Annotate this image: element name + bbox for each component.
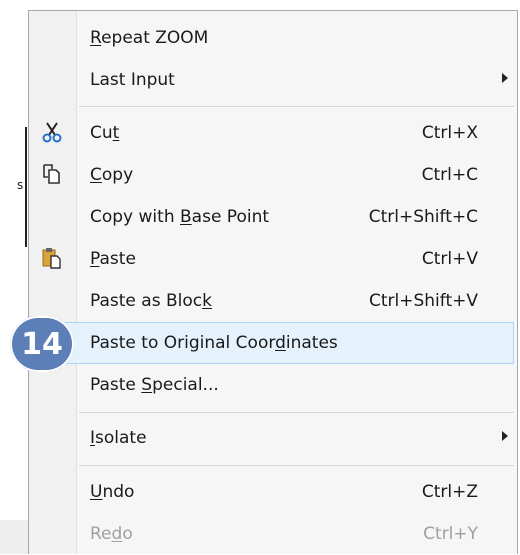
menu-item-label: Paste to Original Coordinates <box>90 333 338 353</box>
background-divider <box>25 127 27 247</box>
menu-item-copy-with-base-point[interactable]: Copy with Base Point Ctrl+Shift+C <box>32 196 514 238</box>
menu-separator <box>79 465 514 466</box>
shortcut-text: Ctrl+Shift+V <box>368 291 478 311</box>
shortcut-text: Ctrl+C <box>421 165 478 185</box>
menu-item-redo[interactable]: Redo Ctrl+Y <box>32 513 514 555</box>
menu-item-label: Paste <box>90 249 136 269</box>
paste-icon <box>42 248 61 269</box>
shortcut-text: Ctrl+Shift+C <box>368 207 478 227</box>
shortcut-text: Ctrl+Y <box>423 524 478 544</box>
menu-item-label: Copy <box>90 165 134 185</box>
menu-item-label: Paste Special... <box>90 375 219 395</box>
menu-item-paste[interactable]: Paste Ctrl+V <box>32 238 514 280</box>
step-number-badge: 14 <box>10 316 74 372</box>
menu-item-paste-special[interactable]: Paste Special... <box>32 364 514 406</box>
menu-item-cut[interactable]: Cut Ctrl+X <box>32 112 514 154</box>
menu-item-copy[interactable]: Copy Ctrl+C <box>32 154 514 196</box>
menu-item-label: Redo <box>90 524 133 544</box>
menu-item-label: Copy with Base Point <box>90 207 270 227</box>
shortcut-text: Ctrl+Z <box>421 482 478 502</box>
submenu-arrow-icon <box>502 431 508 441</box>
menu-item-repeat-zoom[interactable]: Repeat ZOOM <box>32 17 514 59</box>
menu-separator <box>79 106 514 107</box>
menu-item-paste-to-original-coordinates[interactable]: Paste to Original Coordinates <box>32 322 514 364</box>
shortcut-text: Ctrl+X <box>421 123 478 143</box>
menu-item-last-input[interactable]: Last Input <box>32 59 514 101</box>
shortcut-text: Ctrl+V <box>421 249 478 269</box>
menu-item-label: Repeat ZOOM <box>90 28 209 48</box>
context-menu: Repeat ZOOM Last Input Cut Ctrl+X Copy C… <box>28 10 518 554</box>
submenu-arrow-icon <box>502 73 508 83</box>
background-text: s <box>17 178 24 192</box>
menu-item-label: Paste as Block <box>90 291 212 311</box>
menu-item-label: Undo <box>90 482 135 502</box>
scissors-icon <box>42 122 62 143</box>
menu-item-paste-as-block[interactable]: Paste as Block Ctrl+Shift+V <box>32 280 514 322</box>
copy-icon <box>43 164 60 184</box>
menu-item-isolate[interactable]: Isolate <box>32 417 514 459</box>
menu-item-label: Isolate <box>90 428 147 448</box>
background-strip <box>0 520 28 554</box>
menu-item-label: Cut <box>90 123 120 143</box>
menu-item-undo[interactable]: Undo Ctrl+Z <box>32 471 514 513</box>
background-panel <box>0 0 28 554</box>
menu-separator <box>79 412 514 413</box>
menu-item-label: Last Input <box>90 70 175 90</box>
